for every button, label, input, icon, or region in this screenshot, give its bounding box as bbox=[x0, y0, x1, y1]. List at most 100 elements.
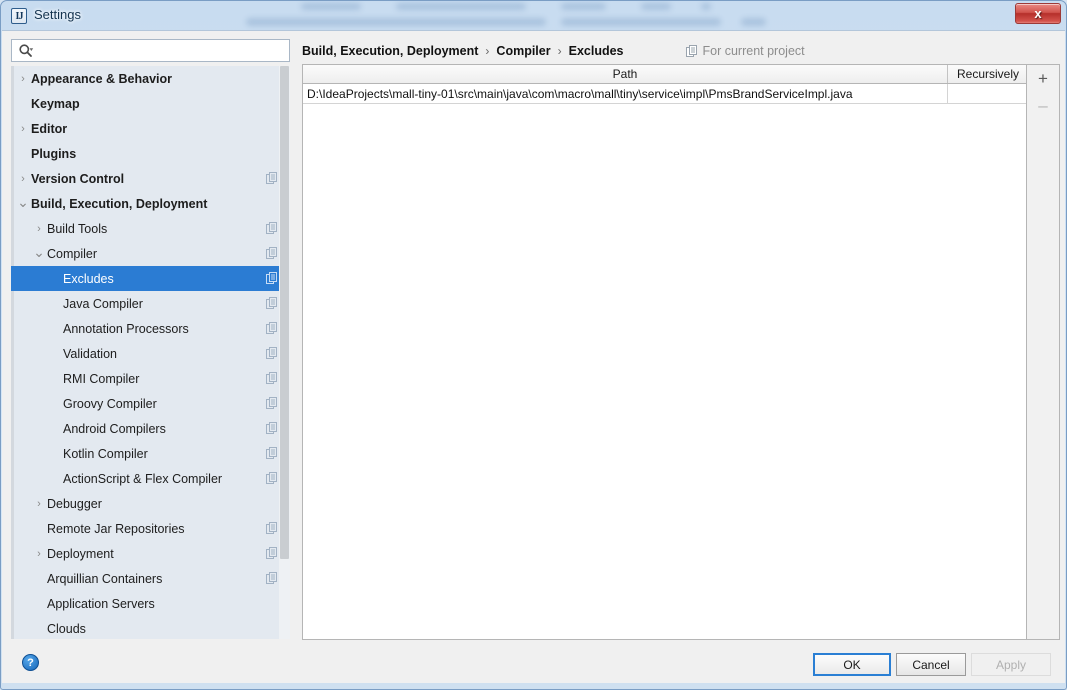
table-body: D:\IdeaProjects\mall-tiny-01\src\main\ja… bbox=[303, 84, 1028, 104]
sidebar-scrollbar-thumb[interactable] bbox=[280, 66, 289, 559]
chevron-right-icon[interactable]: › bbox=[33, 498, 45, 510]
sidebar-item-compiler[interactable]: ⌄ Compiler bbox=[11, 241, 290, 266]
dialog-client-area: › Appearance & Behavior Keymap › Editor Plugi… bbox=[2, 30, 1065, 683]
cell-path: D:\IdeaProjects\mall-tiny-01\src\main\ja… bbox=[303, 84, 948, 103]
sidebar-item-editor[interactable]: › Editor bbox=[11, 116, 290, 141]
sidebar-item-label: Kotlin Compiler bbox=[63, 446, 148, 461]
table-row[interactable]: D:\IdeaProjects\mall-tiny-01\src\main\ja… bbox=[303, 84, 1028, 104]
sidebar-item-annotation-processors[interactable]: Annotation Processors bbox=[11, 316, 290, 341]
remove-button[interactable]: – bbox=[1027, 92, 1059, 119]
sidebar-item-arquillian-containers[interactable]: Arquillian Containers bbox=[11, 566, 290, 591]
search-icon bbox=[19, 43, 34, 57]
project-scope-icon bbox=[266, 172, 277, 184]
column-header-recursively[interactable]: Recursively bbox=[948, 65, 1028, 83]
project-scope-icon bbox=[266, 472, 277, 484]
project-scope-icon bbox=[266, 272, 277, 284]
sidebar-item-java-compiler[interactable]: Java Compiler bbox=[11, 291, 290, 316]
ok-button[interactable]: OK bbox=[813, 653, 891, 676]
sidebar-scrollbar[interactable] bbox=[279, 66, 290, 639]
breadcrumb-separator: › bbox=[557, 44, 562, 58]
sidebar-item-excludes[interactable]: Excludes bbox=[11, 266, 290, 291]
dialog-footer: ? OK Cancel Apply bbox=[2, 643, 1065, 683]
sidebar-item-label: Version Control bbox=[31, 171, 125, 186]
project-scope-icon bbox=[266, 397, 277, 409]
tree-rows: › Appearance & Behavior Keymap › Editor Plugi… bbox=[11, 66, 290, 639]
breadcrumb-item-1[interactable]: Compiler bbox=[496, 44, 550, 58]
breadcrumb: Build, Execution, Deployment › Compiler … bbox=[302, 41, 805, 61]
sidebar-item-label: Build, Execution, Deployment bbox=[31, 196, 208, 211]
chevron-right-icon[interactable]: › bbox=[17, 73, 29, 85]
sidebar-item-plugins[interactable]: Plugins bbox=[11, 141, 290, 166]
project-scope-icon bbox=[685, 45, 697, 57]
sidebar-item-label: Remote Jar Repositories bbox=[47, 521, 185, 536]
sidebar-item-label: Appearance & Behavior bbox=[31, 71, 173, 86]
project-scope-icon bbox=[266, 247, 277, 259]
sidebar-item-debugger[interactable]: › Debugger bbox=[11, 491, 290, 516]
sidebar-item-deployment[interactable]: › Deployment bbox=[11, 541, 290, 566]
sidebar-item-version-control[interactable]: › Version Control bbox=[11, 166, 290, 191]
sidebar-item-build-tools[interactable]: › Build Tools bbox=[11, 216, 290, 241]
breadcrumb-item-2: Excludes bbox=[568, 44, 624, 58]
sidebar-item-android-compilers[interactable]: Android Compilers bbox=[11, 416, 290, 441]
sidebar-item-label: Build Tools bbox=[47, 221, 108, 236]
project-scope-icon bbox=[266, 447, 277, 459]
sidebar-item-label: RMI Compiler bbox=[63, 371, 140, 386]
excludes-panel: Path Recursively D:\IdeaProjects\mall-ti… bbox=[302, 64, 1060, 640]
sidebar-item-validation[interactable]: Validation bbox=[11, 341, 290, 366]
sidebar-item-appearance-behavior[interactable]: › Appearance & Behavior bbox=[11, 66, 290, 91]
sidebar-item-label: Excludes bbox=[63, 271, 114, 286]
sidebar-item-application-servers[interactable]: Application Servers bbox=[11, 591, 290, 616]
sidebar-item-label: Application Servers bbox=[47, 596, 155, 611]
sidebar-item-label: Keymap bbox=[31, 96, 80, 111]
sidebar-item-label: Compiler bbox=[47, 246, 98, 261]
project-scope-icon bbox=[266, 522, 277, 534]
sidebar-item-label: Editor bbox=[31, 121, 68, 136]
settings-window: IJ Settings x › Appearance & Behavior Keym… bbox=[0, 0, 1067, 690]
chevron-right-icon[interactable]: › bbox=[33, 223, 45, 235]
apply-button[interactable]: Apply bbox=[971, 653, 1051, 676]
search-input[interactable] bbox=[34, 43, 289, 58]
sidebar-item-remote-jar-repositories[interactable]: Remote Jar Repositories bbox=[11, 516, 290, 541]
chevron-right-icon[interactable]: › bbox=[17, 173, 29, 185]
help-button[interactable]: ? bbox=[22, 654, 39, 671]
sidebar-item-clouds[interactable]: Clouds bbox=[11, 616, 290, 639]
sidebar-item-groovy-compiler[interactable]: Groovy Compiler bbox=[11, 391, 290, 416]
breadcrumb-item-0[interactable]: Build, Execution, Deployment bbox=[302, 44, 478, 58]
sidebar-item-label: Deployment bbox=[47, 546, 114, 561]
project-scope-icon bbox=[266, 572, 277, 584]
sidebar-item-label: Android Compilers bbox=[63, 421, 166, 436]
sidebar-item-label: Arquillian Containers bbox=[47, 571, 163, 586]
chevron-down-icon[interactable]: ⌄ bbox=[33, 245, 45, 260]
search-box[interactable] bbox=[11, 39, 290, 62]
settings-detail-pane: Build, Execution, Deployment › Compiler … bbox=[299, 35, 1060, 643]
close-glyph: x bbox=[1034, 6, 1042, 21]
project-scope-icon bbox=[266, 297, 277, 309]
sidebar-item-label: Clouds bbox=[47, 621, 86, 636]
sidebar-item-build-execution-deployment[interactable]: ⌄ Build, Execution, Deployment bbox=[11, 191, 290, 216]
chevron-right-icon[interactable]: › bbox=[33, 548, 45, 560]
sidebar-item-keymap[interactable]: Keymap bbox=[11, 91, 290, 116]
add-button[interactable]: + bbox=[1027, 65, 1059, 92]
excludes-table: Path Recursively D:\IdeaProjects\mall-ti… bbox=[303, 65, 1028, 639]
cancel-button[interactable]: Cancel bbox=[896, 653, 966, 676]
chevron-right-icon[interactable]: › bbox=[17, 123, 29, 135]
settings-sidebar: › Appearance & Behavior Keymap › Editor Plugi… bbox=[7, 35, 295, 643]
title-bar: IJ Settings x bbox=[1, 1, 1066, 31]
sidebar-item-label: Java Compiler bbox=[63, 296, 143, 311]
sidebar-item-rmi-compiler[interactable]: RMI Compiler bbox=[11, 366, 290, 391]
sidebar-item-label: Debugger bbox=[47, 496, 102, 511]
sidebar-item-kotlin-compiler[interactable]: Kotlin Compiler bbox=[11, 441, 290, 466]
table-toolbar: + – bbox=[1026, 65, 1059, 639]
close-icon[interactable]: x bbox=[1015, 3, 1061, 24]
project-scope-icon bbox=[266, 547, 277, 559]
project-scope-icon bbox=[266, 372, 277, 384]
sidebar-item-actionscript-flex-compiler[interactable]: ActionScript & Flex Compiler bbox=[11, 466, 290, 491]
sidebar-item-label: Annotation Processors bbox=[63, 321, 189, 336]
scope-indicator: For current project bbox=[685, 44, 805, 58]
table-header-row: Path Recursively bbox=[303, 65, 1028, 84]
sidebar-item-label: Validation bbox=[63, 346, 117, 361]
column-header-path[interactable]: Path bbox=[303, 65, 948, 83]
chevron-down-icon[interactable]: ⌄ bbox=[17, 195, 29, 210]
sidebar-item-label: ActionScript & Flex Compiler bbox=[63, 471, 223, 486]
settings-tree[interactable]: › Appearance & Behavior Keymap › Editor Plugi… bbox=[11, 66, 290, 639]
